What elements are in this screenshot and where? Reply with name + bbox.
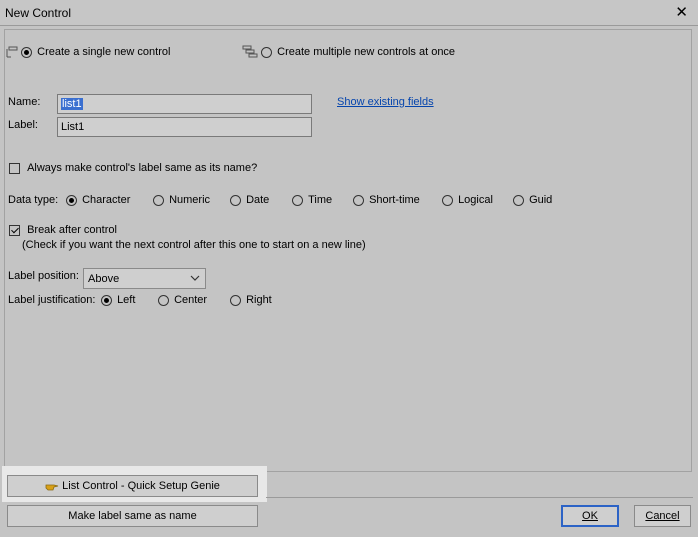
multiple-controls-label: Create multiple new controls at once [277,45,456,58]
single-control-option[interactable]: Create a single new control [6,45,170,59]
data-type-time[interactable]: Time [292,194,332,206]
break-after-hint: (Check if you want the next control afte… [22,239,366,251]
label-input[interactable]: List1 [57,117,312,137]
cancel-label: Cancel [645,510,680,522]
data-type-numeric[interactable]: Numeric [153,194,210,206]
data-type-numeric-radio[interactable] [153,194,164,206]
multiple-controls-option[interactable]: Create multiple new controls at once [242,45,455,59]
name-input[interactable]: list1 [57,94,312,114]
data-type-logical-radio[interactable] [442,194,453,206]
pointing-hand-icon [45,480,62,492]
bottom-divider [266,497,693,498]
justification-right[interactable]: Right [230,294,272,306]
cancel-button[interactable]: Cancel [634,505,691,527]
label-label: Label: [8,119,38,131]
break-after-option[interactable]: Break after control [9,224,117,236]
break-after-checkbox[interactable] [9,224,20,236]
ok-button[interactable]: OK [561,505,619,527]
justification-center-label: Center [174,294,208,306]
data-type-character-radio[interactable] [66,194,77,206]
justification-left[interactable]: Left [101,294,135,306]
title-bar: New Control ✕ [0,0,698,26]
data-type-date-label: Date [246,194,270,206]
data-type-label: Data type: [8,194,59,206]
justification-left-label: Left [117,294,136,306]
label-justification-label: Label justification: [8,294,96,306]
quick-setup-genie-button[interactable]: List Control - Quick Setup Genie [7,475,258,497]
show-existing-fields-link[interactable]: Show existing fields [337,96,434,108]
name-label: Name: [8,96,41,108]
justification-center[interactable]: Center [158,294,207,306]
window-title: New Control [5,6,72,20]
single-control-label: Create a single new control [37,45,171,58]
single-control-icon [6,46,21,58]
data-type-logical-label: Logical [458,194,493,206]
data-type-date-radio[interactable] [230,194,241,206]
multiple-controls-radio[interactable] [261,46,273,58]
break-after-label: Break after control [27,224,117,236]
name-input-value: list1 [61,98,83,110]
multiple-controls-icon [242,45,261,58]
label-position-select[interactable]: Above [83,268,206,289]
data-type-guid-label: Guid [529,194,553,206]
data-type-date[interactable]: Date [230,194,269,206]
always-same-option[interactable]: Always make control's label same as its … [9,162,257,174]
data-type-guid-radio[interactable] [513,194,524,206]
make-label-same-button[interactable]: Make label same as name [7,505,258,527]
always-same-label: Always make control's label same as its … [27,162,258,174]
data-type-short-time[interactable]: Short-time [353,194,420,206]
data-type-time-label: Time [308,194,333,206]
quick-setup-genie-label: List Control - Quick Setup Genie [62,480,220,492]
make-label-same-label: Make label same as name [68,510,197,522]
justification-right-label: Right [246,294,272,306]
justification-left-radio[interactable] [101,294,112,306]
data-type-time-radio[interactable] [292,194,303,206]
label-input-value: List1 [61,121,85,133]
label-position-value: Above [88,273,120,285]
justification-right-radio[interactable] [230,294,241,306]
data-type-character[interactable]: Character [66,194,130,206]
justification-center-radio[interactable] [158,294,169,306]
chevron-down-icon [190,272,200,283]
ok-label: OK [582,510,598,522]
data-type-numeric-label: Numeric [169,194,211,206]
single-control-radio[interactable] [21,46,33,58]
close-icon[interactable]: ✕ [675,4,688,20]
data-type-short-time-label: Short-time [369,194,420,206]
data-type-logical[interactable]: Logical [442,194,493,206]
data-type-guid[interactable]: Guid [513,194,552,206]
data-type-character-label: Character [82,194,131,206]
label-position-label: Label position: [8,270,79,282]
data-type-short-time-radio[interactable] [353,194,364,206]
always-same-checkbox[interactable] [9,162,20,174]
